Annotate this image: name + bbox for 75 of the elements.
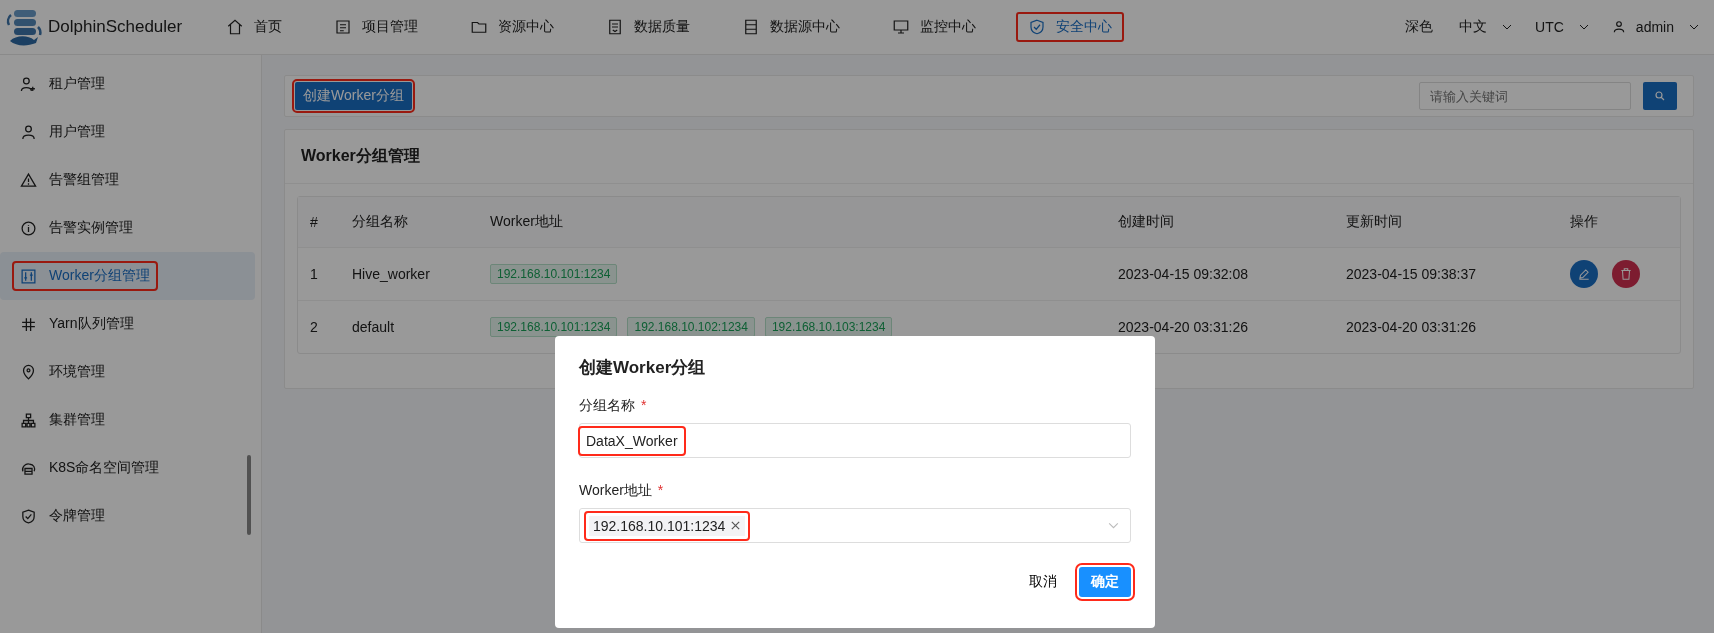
home-icon bbox=[226, 18, 244, 36]
field-label: 分组名称 bbox=[579, 397, 635, 415]
table-cell-text: 2 bbox=[309, 319, 319, 335]
column-header: Worker地址 bbox=[489, 213, 564, 231]
column-header: 创建时间 bbox=[1117, 213, 1175, 231]
table-cell-text: 1 bbox=[309, 266, 319, 282]
required-mark: * bbox=[641, 397, 647, 415]
create-button[interactable]: 创建Worker分组 bbox=[295, 82, 412, 110]
logo-icon bbox=[4, 7, 44, 47]
pin-icon bbox=[20, 363, 37, 381]
sliders-icon bbox=[20, 267, 37, 285]
nav-tab[interactable]: 数据质量 bbox=[594, 12, 702, 42]
table-cell-text: 2023-04-20 03:31:26 bbox=[1345, 319, 1477, 335]
sidebar-item[interactable]: K8S命名空间管理 bbox=[0, 444, 255, 492]
sidebar-item[interactable]: 告警实例管理 bbox=[0, 204, 255, 252]
cancel-button[interactable]: 取消 bbox=[1027, 568, 1059, 596]
search-field[interactable]: 请输入关键词 bbox=[1419, 82, 1631, 110]
sidebar-item[interactable]: 令牌管理 bbox=[0, 492, 255, 540]
search-button[interactable] bbox=[1643, 82, 1677, 110]
input-field[interactable]: DataX_Worker bbox=[579, 423, 1131, 458]
column-header: # bbox=[309, 214, 319, 230]
column-header: 操作 bbox=[1569, 213, 1599, 231]
nav-tab[interactable]: 首页 bbox=[214, 12, 294, 42]
sidebar-item[interactable]: 租户管理 bbox=[0, 60, 255, 108]
info-icon bbox=[20, 219, 37, 237]
field-label: Worker地址 bbox=[579, 482, 652, 500]
nav-tab[interactable]: 安全中心 bbox=[1016, 12, 1124, 42]
pencil-icon bbox=[1577, 267, 1591, 281]
address-tag: 192.168.10.103:1234 bbox=[764, 317, 893, 337]
users-icon bbox=[20, 75, 37, 93]
monitor-icon bbox=[892, 18, 910, 36]
address-tag: 192.168.10.101:1234 bbox=[490, 264, 618, 284]
sidebar-item[interactable]: 用户管理 bbox=[0, 108, 255, 156]
list-icon bbox=[334, 18, 352, 36]
table-cell-text: 2023-04-20 03:31:26 bbox=[1117, 319, 1249, 335]
warning-icon bbox=[20, 171, 37, 189]
user-icon bbox=[1611, 20, 1626, 34]
table-cell-text: 2023-04-15 09:32:08 bbox=[1117, 266, 1249, 282]
edit-button[interactable] bbox=[1570, 260, 1598, 288]
sidebar-item[interactable]: 环境管理 bbox=[0, 348, 255, 396]
db-icon bbox=[742, 18, 760, 36]
doc-icon bbox=[606, 18, 624, 36]
cluster-icon bbox=[20, 411, 37, 429]
panel-title: Worker分组管理 bbox=[285, 130, 1693, 184]
address-tag: 192.168.10.101:1234 bbox=[490, 317, 618, 337]
close-icon[interactable] bbox=[730, 520, 742, 531]
nav-tab[interactable]: 项目管理 bbox=[322, 12, 430, 42]
column-header: 分组名称 bbox=[351, 213, 409, 231]
sidebar-item[interactable]: 告警组管理 bbox=[0, 156, 255, 204]
trash-icon bbox=[1619, 267, 1633, 281]
user-menu[interactable]: admin bbox=[1611, 19, 1700, 35]
table-cell-text: default bbox=[351, 319, 396, 335]
nav-tab[interactable]: 数据源中心 bbox=[730, 12, 852, 42]
theme-toggle[interactable]: 深色 bbox=[1405, 18, 1434, 36]
table-cell-text: 2023-04-15 09:38:37 bbox=[1345, 266, 1477, 282]
nav-tab[interactable]: 资源中心 bbox=[458, 12, 566, 42]
timezone-dropdown[interactable]: UTC bbox=[1535, 19, 1586, 35]
delete-button[interactable] bbox=[1612, 260, 1640, 288]
language-dropdown[interactable]: 中文 bbox=[1459, 18, 1510, 36]
column-header: 更新时间 bbox=[1345, 213, 1403, 231]
search-icon bbox=[1654, 90, 1666, 102]
address-tag: 192.168.10.102:1234 bbox=[627, 317, 755, 337]
sidebar-item[interactable]: 集群管理 bbox=[0, 396, 255, 444]
sidebar-item[interactable]: Yarn队列管理 bbox=[0, 300, 255, 348]
dialog-title: 创建Worker分组 bbox=[579, 357, 707, 379]
hash-icon bbox=[20, 315, 37, 333]
selected-tag: 192.168.10.101:1234 bbox=[589, 515, 746, 536]
required-mark: * bbox=[657, 482, 664, 500]
table-cell-text: Hive_worker bbox=[351, 266, 431, 282]
select-field[interactable]: 192.168.10.101:1234 bbox=[579, 508, 1131, 543]
nav-tab[interactable]: 监控中心 bbox=[880, 12, 988, 42]
app-title: DolphinScheduler bbox=[48, 17, 183, 37]
shield-icon bbox=[20, 507, 37, 525]
shield-icon bbox=[1028, 18, 1046, 36]
user-icon bbox=[20, 123, 37, 141]
